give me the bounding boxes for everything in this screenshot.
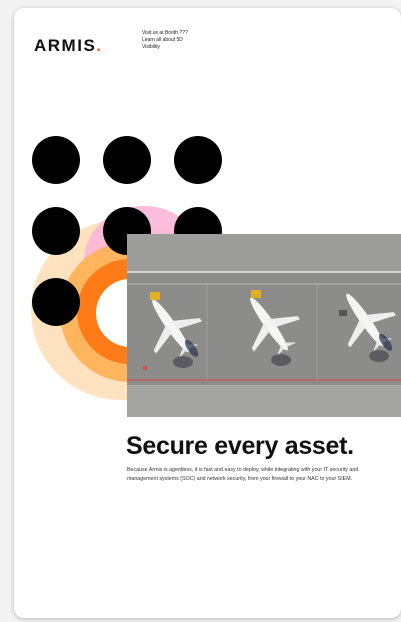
decor-dot xyxy=(32,136,80,184)
tagline-line-1: Visit us at Booth ??? xyxy=(142,30,188,36)
decor-dot xyxy=(32,278,80,326)
tagline-line-2: Learn all about 5D xyxy=(142,37,183,43)
tagline-line-3: Visibility xyxy=(142,44,160,50)
armis-logo: ARMIS. xyxy=(34,36,103,56)
decor-dot xyxy=(174,136,222,184)
tarmac-photo xyxy=(127,234,401,417)
body-text: Because Armis is agentless, it is fast a… xyxy=(127,467,359,482)
headline: Secure every asset. xyxy=(126,432,354,460)
decor-dot xyxy=(103,136,151,184)
logo-text: ARMIS xyxy=(34,36,97,55)
tagline: Visit us at Booth ??? Learn all about 5D… xyxy=(142,30,232,51)
flyer-card: ARMIS. Visit us at Booth ??? Learn all a… xyxy=(14,8,401,618)
logo-dot: . xyxy=(96,36,103,55)
aerial-view-three-jets-on-tarmac-icon xyxy=(127,234,401,417)
decor-dot xyxy=(32,207,80,255)
